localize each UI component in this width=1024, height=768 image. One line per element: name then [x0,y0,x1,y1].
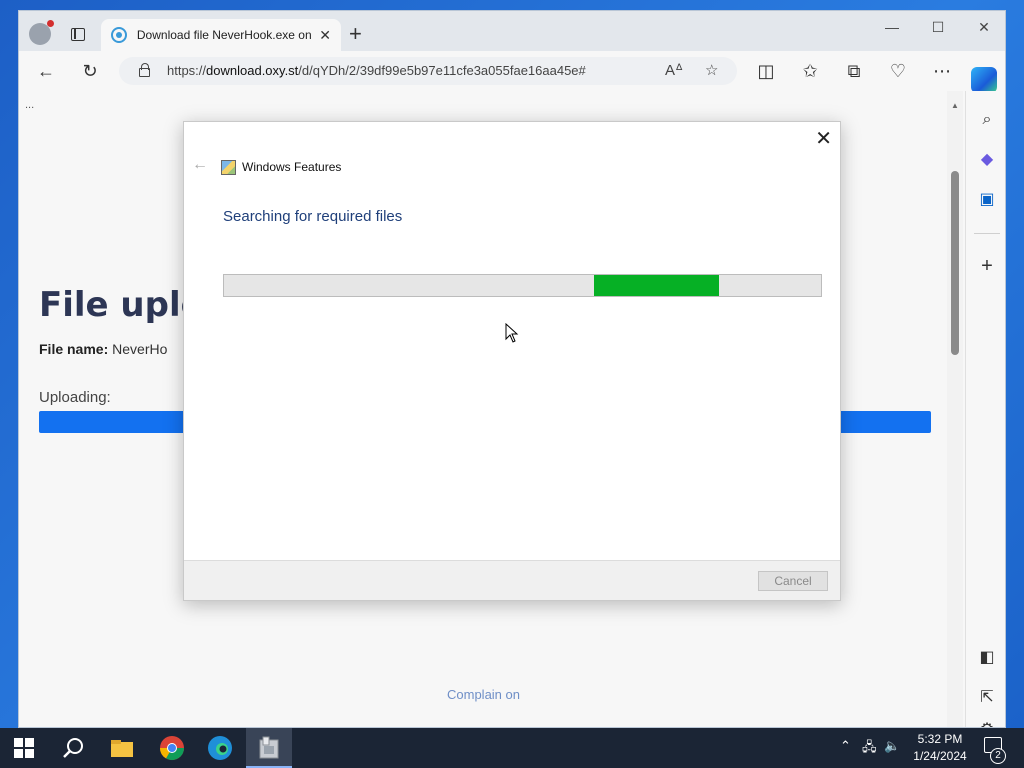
more-icon[interactable]: ⋯ [931,60,953,82]
installer-icon [259,736,279,759]
windows-features-dialog: ✕ ← Windows Features Searching for requi… [183,121,841,601]
search-icon[interactable] [60,734,88,762]
split-screen-icon[interactable]: ◫ [755,60,777,82]
maximize-button[interactable]: ☐ [923,19,953,39]
dialog-footer: Cancel [184,560,840,600]
sidebar-toggle-icon[interactable]: ◧ [976,647,998,669]
tab-close-button[interactable]: ✕ [319,27,331,44]
refresh-icon[interactable]: ↻ [79,60,101,82]
dialog-title: Windows Features [242,160,342,174]
tab-actions-icon[interactable] [71,28,85,41]
copilot-sidebar-icon[interactable]: ◆ [976,149,998,171]
close-window-button[interactable]: ✕ [969,19,999,39]
edge-favicon-icon [111,27,127,43]
navigation-bar: ← ↻ https://download.oxy.st/d/qYDh/2/39d… [19,51,1005,91]
copilot-icon[interactable] [971,67,997,93]
read-aloud-icon[interactable]: Aᐞ [665,61,683,79]
clock-time: 5:32 PM [917,732,963,746]
back-arrow-icon[interactable]: ← [35,60,57,82]
progress-fill [594,275,720,296]
page-dots: ... [25,99,35,111]
settings-icon[interactable]: ⚙ [976,719,998,727]
sidebar-divider [974,233,1000,234]
search-icon[interactable]: ⌕ [976,109,998,131]
tab-bar: Download file NeverHook.exe on ✕ + — ☐ ✕ [19,11,1005,51]
page-scrollbar[interactable]: ▲ [947,91,963,727]
browser-essentials-icon[interactable]: ♡ [887,60,909,82]
mouse-cursor [505,323,519,343]
open-external-icon[interactable]: ⇱ [976,687,998,709]
tab-title: Download file NeverHook.exe on [136,28,312,42]
lock-icon[interactable] [139,63,150,77]
minimize-button[interactable]: — [877,19,907,39]
system-clock[interactable]: 5:32 PM 1/24/2024 [900,731,980,765]
clock-date: 1/24/2024 [913,749,967,763]
scroll-up-arrow[interactable]: ▲ [951,101,959,110]
dialog-back-button[interactable]: ← [192,156,208,174]
url-text[interactable]: https://download.oxy.st/d/qYDh/2/39df99e… [167,63,586,78]
dialog-close-button[interactable]: ✕ [815,126,832,151]
favorites-icon[interactable]: ✩ [799,60,821,82]
taskbar: ⌃ 🖧 🔈 5:32 PM 1/24/2024 2 [0,728,1024,768]
show-hidden-icons-icon[interactable]: ⌃ [840,738,851,754]
edge-sidebar: ⌕ ◆ ▣ + ◧ ⇱ ⚙ [965,91,1005,727]
scroll-thumb[interactable] [951,171,959,355]
search-progress-bar [223,274,822,297]
profile-icon[interactable] [29,20,54,45]
taskbar-active-app[interactable] [246,728,292,768]
browser-tab-active[interactable]: Download file NeverHook.exe on ✕ [101,19,341,51]
page-title: File uplo [39,285,204,325]
network-icon[interactable]: 🖧 [862,738,877,760]
complain-link[interactable]: Complain on [447,687,520,702]
add-icon[interactable]: + [976,255,998,277]
cancel-button[interactable]: Cancel [758,571,828,591]
windows-features-icon [221,160,236,175]
file-explorer-icon[interactable] [108,734,136,762]
windows-start-icon[interactable] [14,738,34,758]
chrome-icon[interactable] [158,734,186,762]
outlook-icon[interactable]: ▣ [976,189,998,211]
edge-icon[interactable] [206,734,234,762]
notification-count: 2 [990,748,1006,764]
volume-muted-icon[interactable]: 🔈 [884,738,900,754]
dialog-heading: Searching for required files [223,208,403,225]
favorite-star-icon[interactable]: ☆ [705,61,718,79]
address-bar[interactable]: https://download.oxy.st/d/qYDh/2/39df99e… [119,57,737,85]
new-tab-button[interactable]: + [349,23,362,45]
uploading-label: Uploading: [39,389,111,406]
collections-icon[interactable]: ⧉ [843,60,865,82]
file-name-line: File name: NeverHo [39,341,168,357]
